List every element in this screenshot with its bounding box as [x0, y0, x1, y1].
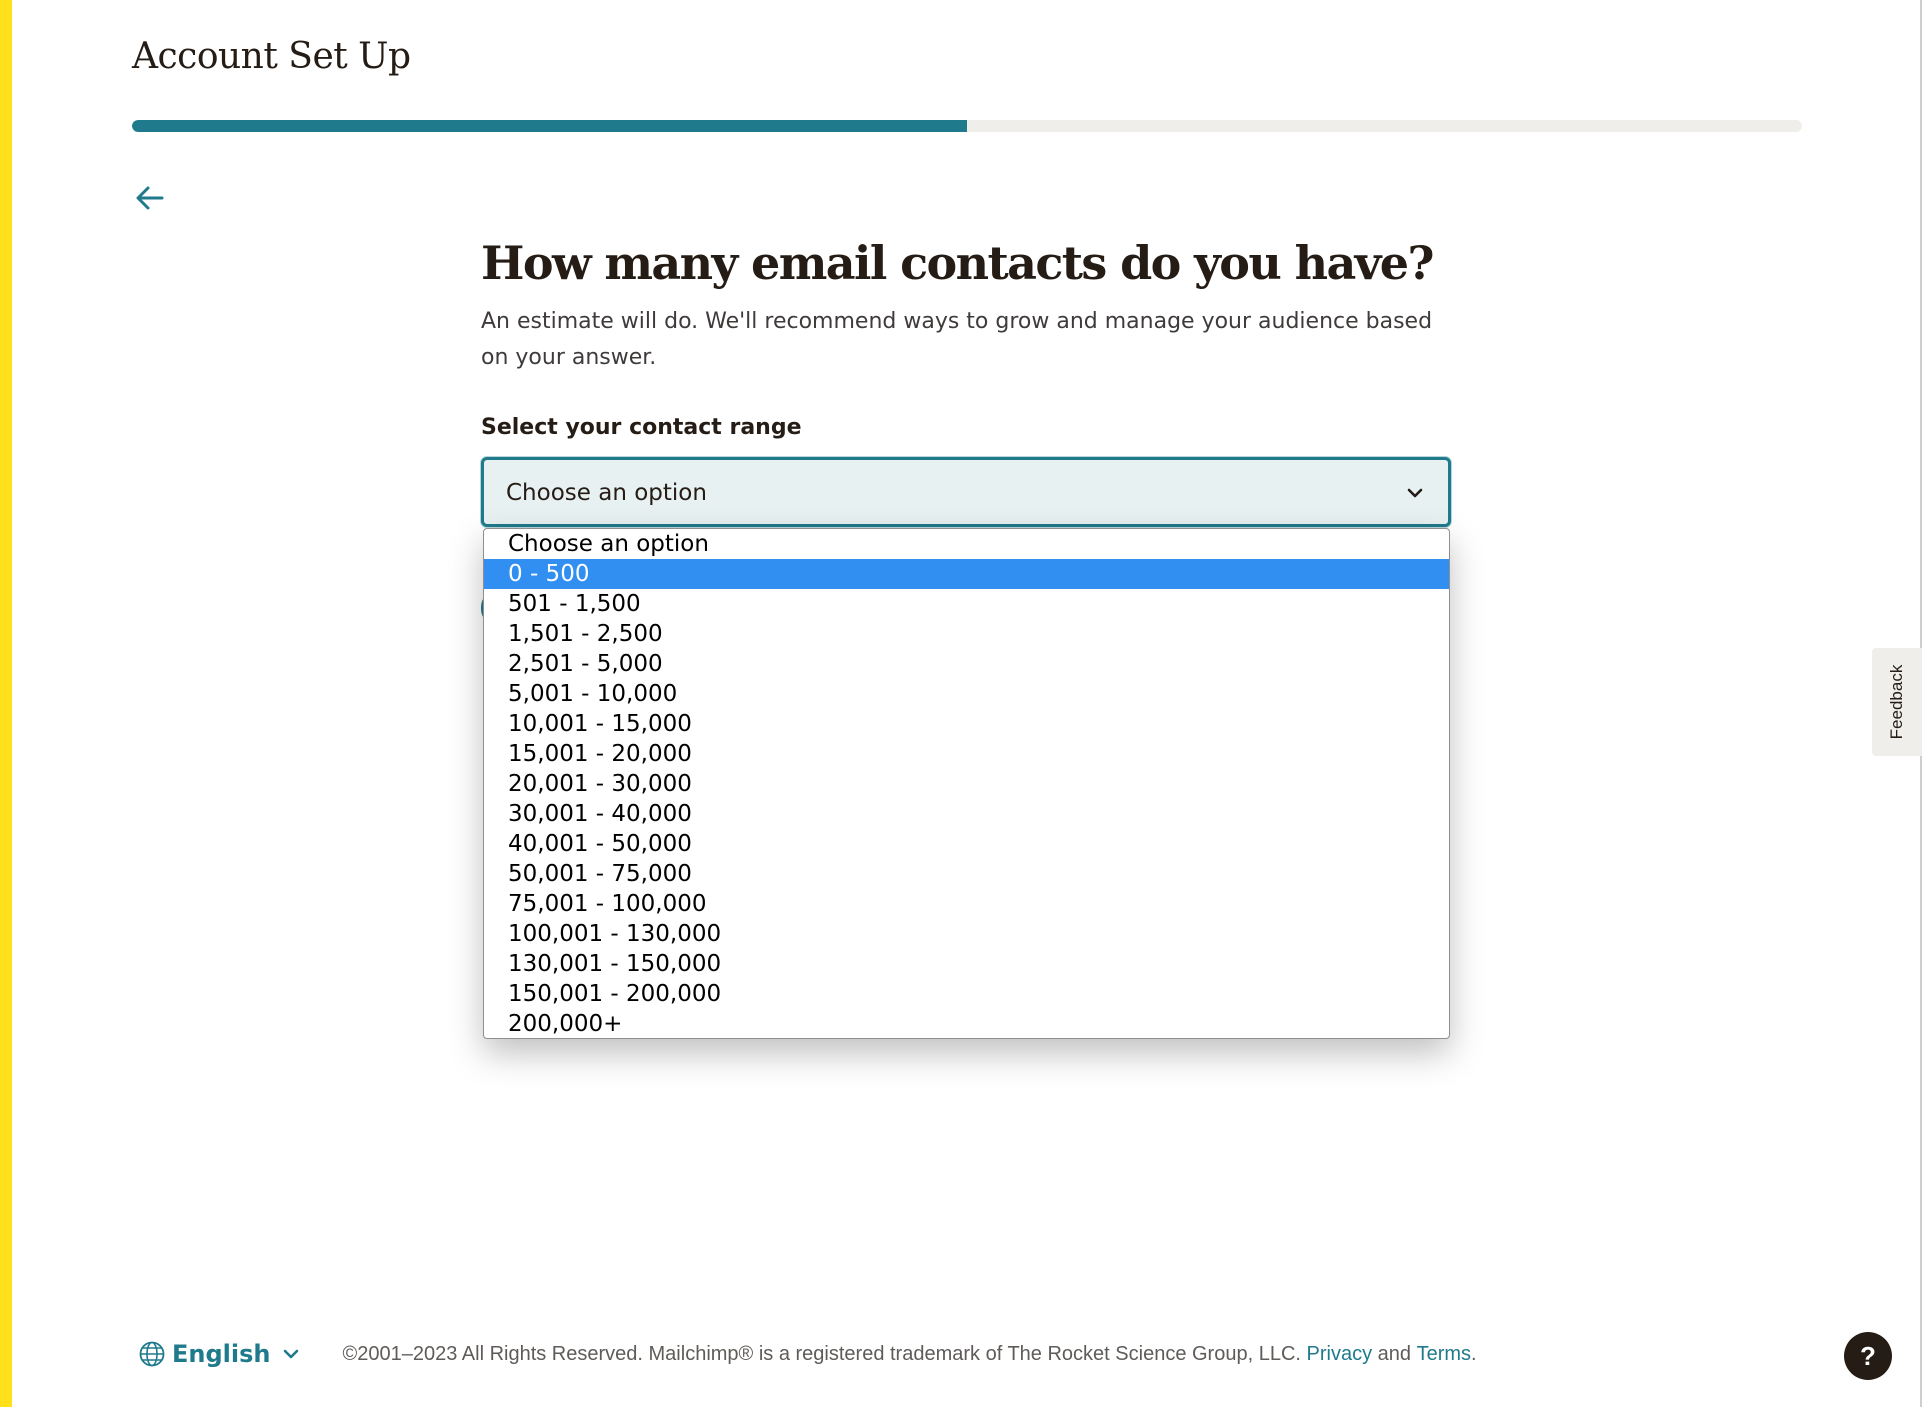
contact-range-option[interactable]: 5,001 - 10,000 [484, 679, 1449, 709]
select-current-value: Choose an option [506, 480, 707, 506]
help-button[interactable]: ? [1844, 1332, 1892, 1380]
contact-range-option[interactable]: 200,000+ [484, 1009, 1449, 1038]
progress-fill [132, 120, 967, 132]
and-text: and [1377, 1342, 1412, 1365]
language-selector[interactable]: English [138, 1340, 302, 1368]
arrow-left-icon [136, 186, 164, 210]
contact-range-option[interactable]: 40,001 - 50,000 [484, 829, 1449, 859]
contact-range-option[interactable]: 150,001 - 200,000 [484, 979, 1449, 1009]
globe-icon [139, 1341, 165, 1367]
privacy-link[interactable]: Privacy [1307, 1343, 1373, 1366]
contact-range-options-list: Choose an option 0 - 500 501 - 1,500 1,501 … [483, 528, 1450, 1039]
contact-range-option[interactable]: 75,001 - 100,000 [484, 889, 1449, 919]
page-header-title: Account Set Up [132, 36, 411, 77]
feedback-tab[interactable]: Feedback [1872, 648, 1922, 756]
terms-link[interactable]: Terms [1417, 1343, 1471, 1366]
contact-range-option[interactable]: 30,001 - 40,000 [484, 799, 1449, 829]
contact-range-option[interactable]: 130,001 - 150,000 [484, 949, 1449, 979]
contact-range-option[interactable]: Choose an option [484, 529, 1449, 559]
contact-range-option[interactable]: 1,501 - 2,500 [484, 619, 1449, 649]
language-label: English [172, 1340, 271, 1368]
copyright-text: ©2001–2023 All Rights Reserved. Mailchim… [342, 1342, 1301, 1365]
contact-range-select[interactable]: Choose an option [481, 457, 1451, 527]
page: Account Set Up How many email contacts d… [0, 0, 1922, 1407]
contact-range-option[interactable]: 501 - 1,500 [484, 589, 1449, 619]
feedback-label: Feedback [1887, 664, 1906, 740]
contact-range-label: Select your contact range [481, 415, 802, 440]
contact-range-option[interactable]: 10,001 - 15,000 [484, 709, 1449, 739]
contact-range-option[interactable]: 0 - 500 [484, 559, 1449, 589]
footer-period: . [1471, 1342, 1477, 1365]
back-button[interactable] [132, 180, 168, 216]
contact-range-option[interactable]: 15,001 - 20,000 [484, 739, 1449, 769]
question-subtitle: An estimate will do. We'll recommend way… [481, 309, 1433, 370]
contact-range-option[interactable]: 2,501 - 5,000 [484, 649, 1449, 679]
chevron-down-icon [1407, 488, 1423, 498]
question-heading: How many email contacts do you have? [481, 236, 1434, 290]
contact-range-option[interactable]: 50,001 - 75,000 [484, 859, 1449, 889]
contact-range-option[interactable]: 20,001 - 30,000 [484, 769, 1449, 799]
setup-progress-bar [132, 120, 1802, 132]
footer: English ©2001–2023 All Rights Reserved. … [138, 1336, 1477, 1372]
brand-stripe [0, 0, 12, 1407]
contact-range-option[interactable]: 100,001 - 130,000 [484, 919, 1449, 949]
chevron-down-icon [284, 1349, 299, 1359]
